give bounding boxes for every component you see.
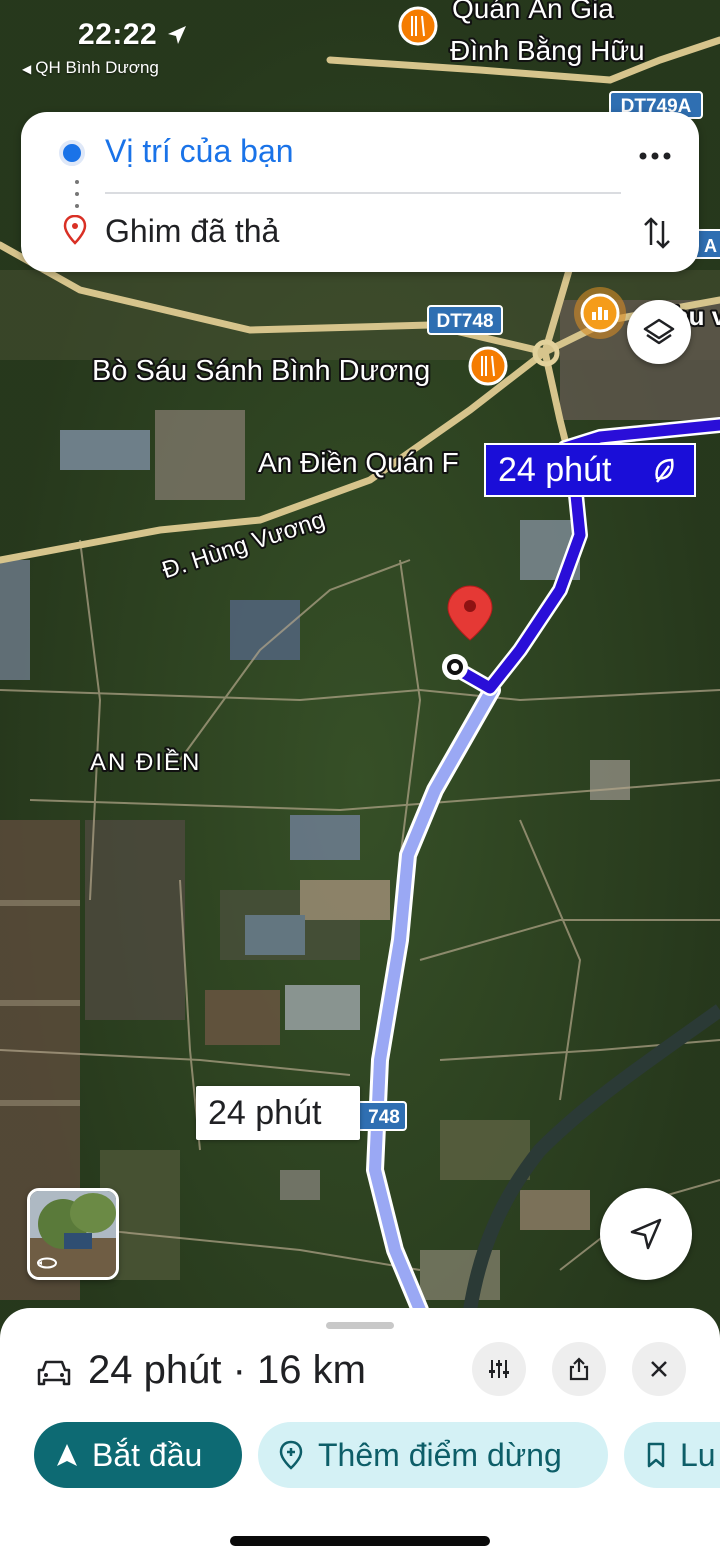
close-button[interactable]	[632, 1342, 686, 1396]
back-app-label: QH Bình Dương	[35, 58, 159, 77]
route-options-button[interactable]	[472, 1342, 526, 1396]
add-stop-button[interactable]: Thêm điểm dừng	[258, 1422, 608, 1488]
map-label-place[interactable]: An Điền Quán F	[256, 445, 461, 480]
layers-icon	[643, 318, 675, 345]
road-shield-748: 748	[355, 1101, 407, 1131]
route-summary: 24 phút · 16 km	[88, 1348, 366, 1392]
origin-field[interactable]: Vị trí của bạn	[105, 133, 294, 170]
layers-button[interactable]	[627, 300, 691, 364]
share-icon	[569, 1357, 589, 1381]
directions-card: Vị trí của bạn Ghim đã thả	[21, 112, 699, 272]
add-stop-label: Thêm điểm dừng	[318, 1436, 562, 1473]
svg-text:748: 748	[368, 1107, 400, 1128]
origin-row[interactable]: Vị trí của bạn	[21, 117, 699, 187]
car-icon	[37, 1360, 71, 1386]
back-triangle-icon: ◀	[22, 62, 32, 76]
destination-row[interactable]: Ghim đã thả	[21, 197, 699, 267]
start-label: Bắt đầu	[92, 1436, 203, 1473]
map-label-edge-letter: A	[704, 236, 717, 256]
save-label: Lu	[680, 1436, 716, 1473]
rotate-360-icon	[37, 1257, 57, 1269]
tune-sliders-icon	[489, 1360, 509, 1378]
start-navigation-button[interactable]: Bắt đầu	[34, 1422, 242, 1488]
destination-field[interactable]: Ghim đã thả	[105, 213, 279, 250]
poi-icon[interactable]	[574, 287, 626, 339]
location-arrow-icon	[168, 26, 186, 44]
swap-directions-button[interactable]	[637, 213, 677, 253]
save-button[interactable]: Lu	[624, 1422, 720, 1488]
share-button[interactable]	[552, 1342, 606, 1396]
close-icon	[651, 1361, 667, 1377]
swap-arrows-icon	[644, 217, 670, 249]
home-indicator[interactable]	[230, 1536, 490, 1546]
route-time-bubble-primary[interactable]: 24 phút	[484, 443, 696, 497]
map-label-place[interactable]: Bò Sáu Sánh Bình Dương	[90, 353, 432, 389]
road-shield-dt748: DT748	[427, 305, 503, 335]
route-time-alt: 24 phút	[208, 1093, 322, 1132]
bookmark-icon	[647, 1442, 665, 1468]
restaurant-icon[interactable]	[468, 346, 508, 386]
status-bar: 22:22 ◀ QH Bình Dương	[0, 0, 720, 100]
route-time-primary: 24 phút	[498, 450, 612, 489]
my-location-button[interactable]	[600, 1188, 692, 1280]
drag-handle[interactable]	[326, 1322, 394, 1329]
map-label-area: AN ĐIỀN	[90, 748, 201, 776]
your-location-icon	[59, 140, 85, 166]
navigation-arrow-icon	[630, 1218, 662, 1250]
back-to-app-link[interactable]: ◀ QH Bình Dương	[22, 58, 159, 78]
more-dots-icon	[639, 152, 671, 160]
divider	[105, 192, 621, 194]
destination-pin-icon	[63, 215, 87, 245]
eco-leaf-icon	[655, 458, 674, 483]
svg-text:DT748: DT748	[436, 311, 493, 332]
street-view-thumbnail[interactable]	[27, 1188, 119, 1280]
route-time-bubble-alt[interactable]: 24 phút	[196, 1086, 360, 1140]
add-location-icon	[279, 1440, 303, 1470]
navigation-icon	[57, 1444, 77, 1466]
more-options-button[interactable]	[633, 139, 677, 173]
route-bottom-sheet: 24 phút · 16 km Bắt đầu Thêm điểm dừng L…	[0, 1308, 720, 1560]
clock: 22:22	[78, 18, 158, 51]
